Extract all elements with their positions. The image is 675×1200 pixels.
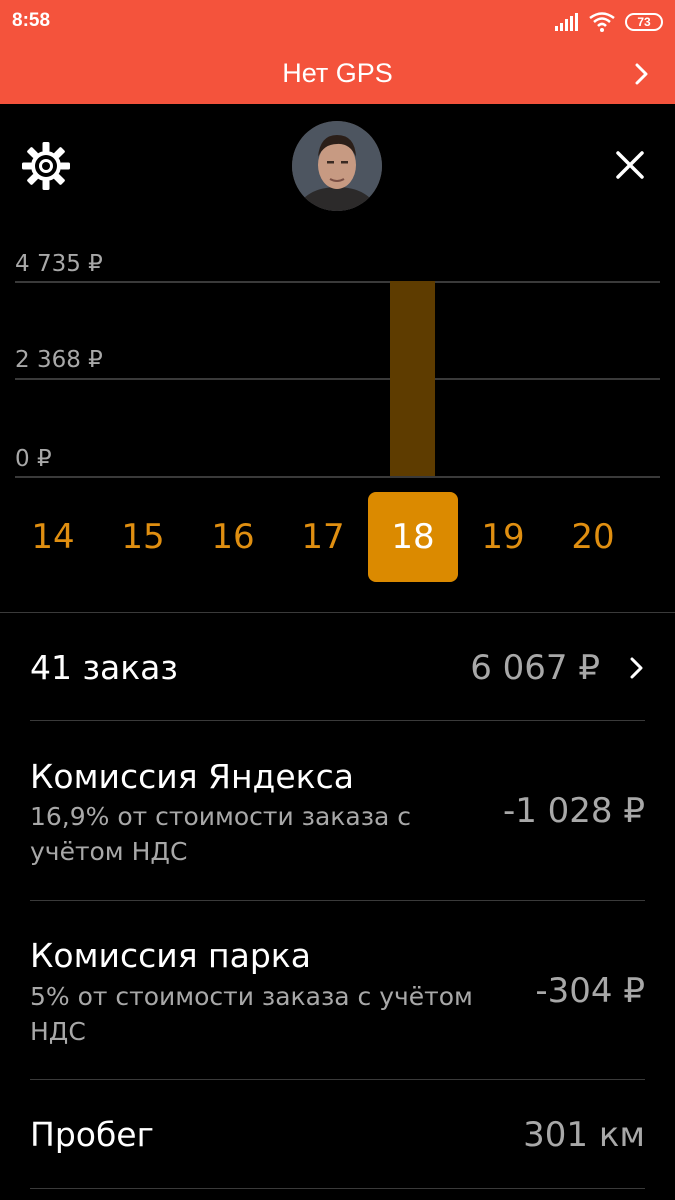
date-item-16[interactable]: 16 [188, 492, 278, 582]
orders-total: 6 067 ₽ [470, 648, 600, 688]
date-item-15[interactable]: 15 [98, 492, 188, 582]
status-time: 8:58 [12, 10, 51, 31]
park-commission-title: Комиссия парка [30, 936, 311, 975]
status-icons: 73 [555, 11, 663, 33]
avatar-photo [292, 121, 382, 211]
signal-icon [555, 13, 578, 31]
row-divider [30, 1079, 645, 1080]
yandex-commission-title: Комиссия Яндекса [30, 757, 354, 796]
grid-line-mid [15, 378, 660, 380]
y-axis-label-max: 4 735 ₽ [15, 251, 103, 277]
battery-icon: 73 [625, 13, 663, 31]
orders-count: 41 заказ [30, 648, 178, 687]
date-item-19[interactable]: 19 [458, 492, 548, 582]
mileage-value: 301 км [523, 1115, 645, 1155]
date-item-17[interactable]: 17 [278, 492, 368, 582]
mileage-label: Пробег [30, 1115, 154, 1154]
date-item-14[interactable]: 14 [8, 492, 98, 582]
date-item-18-selected[interactable]: 18 [368, 492, 458, 582]
chevron-right-icon [630, 657, 643, 679]
close-icon[interactable] [608, 143, 652, 187]
grid-line-max [15, 281, 660, 283]
chevron-right-icon [635, 63, 648, 85]
wifi-icon [589, 12, 615, 32]
status-bar: 8:58 73 [0, 0, 675, 44]
date-selector: 14 15 16 17 18 19 20 [0, 492, 675, 582]
gps-status-title: Нет GPS [282, 58, 393, 88]
chart-bar-18 [390, 281, 435, 476]
park-commission-value: -304 ₽ [535, 971, 645, 1011]
grid-line-zero [15, 476, 660, 478]
y-axis-label-zero: 0 ₽ [15, 446, 52, 472]
gear-icon[interactable] [20, 140, 72, 192]
y-axis-label-mid: 2 368 ₽ [15, 347, 103, 373]
row-divider [30, 720, 645, 721]
yandex-commission-value: -1 028 ₽ [502, 791, 645, 831]
park-commission-subtitle: 5% от стоимости заказа с учётом НДС [30, 982, 473, 1046]
gps-banner[interactable]: Нет GPS [0, 44, 675, 104]
row-divider [30, 1188, 645, 1189]
section-divider [0, 612, 675, 613]
driver-avatar[interactable] [292, 121, 382, 211]
row-divider [30, 900, 645, 901]
yandex-commission-subtitle: 16,9% от стоимости заказа с учётом НДС [30, 802, 412, 866]
date-item-20[interactable]: 20 [548, 492, 638, 582]
